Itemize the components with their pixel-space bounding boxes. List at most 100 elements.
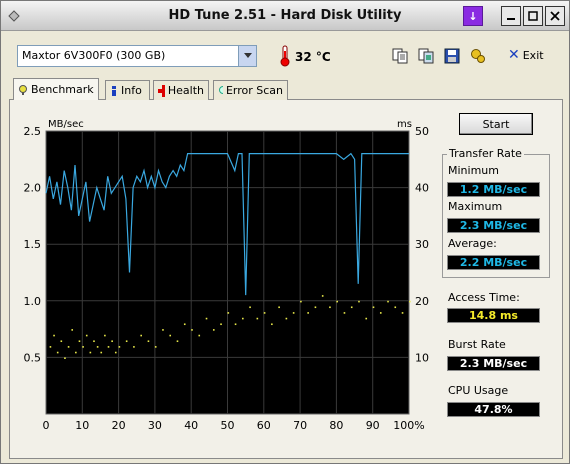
access-time-point <box>365 317 368 320</box>
access-time-point <box>227 312 230 314</box>
tab-info[interactable]: Info <box>105 80 150 100</box>
copy-screenshot-icon[interactable] <box>417 47 435 65</box>
download-icon[interactable]: ↓ <box>463 6 483 26</box>
transfer-rate-title: Transfer Rate <box>447 147 524 160</box>
minimize-button[interactable] <box>501 6 521 26</box>
access-time-point <box>358 300 360 303</box>
y-right-tick-label: 40 <box>415 182 429 195</box>
access-time-point <box>100 351 103 354</box>
x-tick-label: 30 <box>148 419 162 432</box>
x-tick-label: 80 <box>329 419 343 432</box>
info-icon <box>112 85 116 96</box>
tab-benchmark[interactable]: Benchmark <box>13 78 99 100</box>
access-time-point <box>212 329 215 331</box>
access-time-point <box>93 340 95 343</box>
access-time-point <box>343 312 346 314</box>
right-axis-label: ms <box>397 119 412 130</box>
y-left-tick-label: 1.0 <box>24 295 42 308</box>
tab-label: Error Scan <box>225 84 283 97</box>
access-time-point <box>321 295 324 297</box>
maximum-label: Maximum <box>448 200 503 213</box>
exit-button[interactable]: ✕ Exit <box>508 47 544 63</box>
y-right-tick-label: 50 <box>415 125 429 138</box>
start-button[interactable]: Start <box>459 113 533 135</box>
maximize-icon <box>528 11 538 21</box>
close-button[interactable] <box>545 6 565 26</box>
access-time-point <box>147 340 150 343</box>
minimum-label: Minimum <box>448 164 499 177</box>
access-time-point <box>205 317 208 320</box>
access-time-label: Access Time: <box>448 291 520 304</box>
access-time-value: 14.8 ms <box>447 308 540 323</box>
x-tick-label: 60 <box>257 419 271 432</box>
access-time-point <box>387 300 389 303</box>
average-label: Average: <box>448 237 497 250</box>
drive-select[interactable]: Maxtor 6V300F0 (300 GB) <box>17 45 257 67</box>
y-right-tick-label: 10 <box>415 351 429 364</box>
thermometer-icon <box>280 45 290 67</box>
access-time-point <box>85 334 88 337</box>
access-time-point <box>372 306 375 309</box>
access-time-point <box>60 340 63 343</box>
tab-error-scan[interactable]: Error Scan <box>213 80 288 100</box>
average-value: 2.2 MB/sec <box>447 255 540 270</box>
x-tick-label: 100% <box>393 419 424 432</box>
access-time-point <box>56 351 59 354</box>
x-tick-label: 20 <box>112 419 126 432</box>
exit-icon: ✕ <box>508 47 520 63</box>
tab-label: Benchmark <box>31 83 94 96</box>
y-left-tick-label: 2.5 <box>24 125 42 138</box>
app-window: HD Tune 2.51 - Hard Disk Utility ↓ Maxto… <box>0 0 570 464</box>
access-time-point <box>379 312 382 314</box>
access-time-point <box>271 323 273 326</box>
access-time-point <box>67 346 70 348</box>
access-time-point <box>307 312 309 314</box>
access-time-point <box>278 306 280 309</box>
benchmark-icon <box>19 84 27 95</box>
access-time-point <box>64 357 66 359</box>
access-time-point <box>292 312 295 314</box>
access-time-point <box>104 334 106 337</box>
access-time-point <box>96 346 99 348</box>
y-left-tick-label: 2.0 <box>24 182 42 195</box>
x-tick-label: 10 <box>75 419 89 432</box>
close-icon <box>550 11 560 21</box>
access-time-point <box>198 334 201 337</box>
access-time-point <box>329 306 331 309</box>
copy-text-icon[interactable] <box>391 47 409 65</box>
access-time-point <box>176 340 179 343</box>
access-time-point <box>256 317 259 320</box>
chevron-down-icon[interactable] <box>238 46 256 66</box>
access-time-point <box>75 351 77 354</box>
access-time-point <box>263 312 266 314</box>
cpu-usage-value: 47.8% <box>447 402 540 417</box>
options-icon[interactable] <box>469 47 487 65</box>
access-time-point <box>242 317 244 320</box>
maximum-value: 2.3 MB/sec <box>447 218 540 233</box>
tab-health[interactable]: Health <box>153 80 209 100</box>
access-time-point <box>140 334 142 337</box>
access-time-point <box>169 334 172 337</box>
access-time-point <box>314 306 317 309</box>
access-time-point <box>53 334 55 337</box>
y-right-tick-label: 20 <box>415 295 429 308</box>
drive-select-value: Maxtor 6V300F0 (300 GB) <box>22 49 166 62</box>
access-time-point <box>394 306 397 309</box>
title-bar: HD Tune 2.51 - Hard Disk Utility ↓ <box>1 1 569 31</box>
access-time-point <box>249 306 251 309</box>
magnifier-icon <box>219 85 223 94</box>
access-time-point <box>336 300 338 303</box>
maximize-button[interactable] <box>523 6 543 26</box>
access-time-point <box>285 317 288 320</box>
access-time-point <box>409 300 411 303</box>
exit-label: Exit <box>522 48 544 62</box>
minimum-value: 1.2 MB/sec <box>447 182 540 197</box>
save-icon[interactable] <box>443 47 461 65</box>
y-left-tick-label: 0.5 <box>24 351 42 364</box>
access-time-point <box>183 323 186 326</box>
access-time-point <box>234 323 237 326</box>
access-time-point <box>71 329 74 331</box>
access-time-point <box>401 312 404 314</box>
access-time-point <box>114 351 117 354</box>
minimize-icon <box>507 18 515 20</box>
